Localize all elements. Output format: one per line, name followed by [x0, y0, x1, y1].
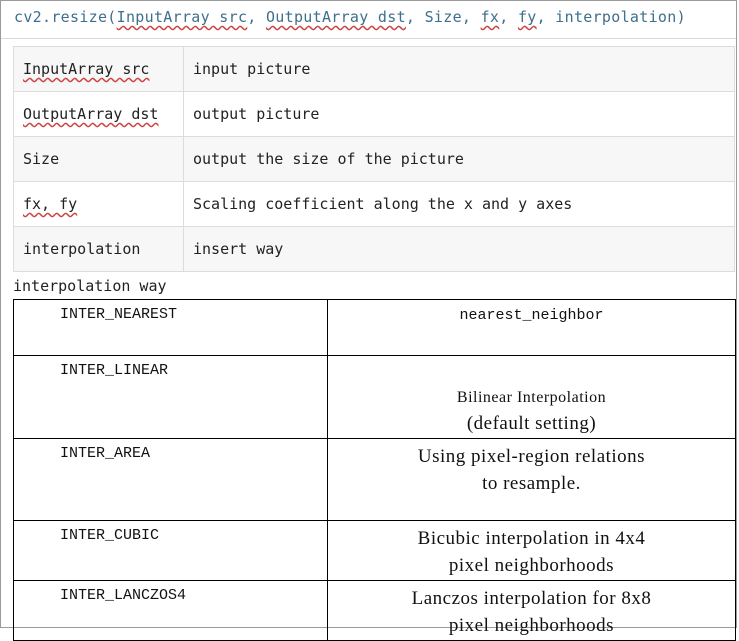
- method-desc-line2: (default setting): [466, 413, 597, 434]
- interpolation-caption: interpolation way: [13, 277, 167, 295]
- function-signature: cv2.resize(InputArray src, OutputArray d…: [14, 8, 686, 26]
- signature-suffix: ): [676, 8, 686, 26]
- table-row: InputArray src input picture: [13, 46, 735, 92]
- signature-bar: cv2.resize(InputArray src, OutputArray d…: [1, 1, 736, 39]
- param-name: fx, fy: [23, 195, 78, 213]
- signature-arg-fx: fx: [480, 8, 500, 26]
- table-row: OutputArray dst output picture: [13, 91, 735, 137]
- signature-arg-dst: OutputArray dst: [265, 8, 406, 26]
- method-desc-line1: nearest_neighbor: [459, 307, 604, 324]
- method-desc-block: Lanczos interpolation for 8x8 pixel neig…: [329, 582, 734, 639]
- param-desc: output the size of the picture: [183, 136, 735, 182]
- method-desc-line2: to resample.: [482, 473, 581, 494]
- param-name: InputArray src: [23, 60, 150, 78]
- method-desc-cell: Bicubic interpolation in 4x4 pixel neigh…: [327, 520, 736, 581]
- signature-arg-size: Size: [424, 8, 462, 26]
- method-desc-line2: pixel neighborhoods: [448, 615, 615, 636]
- param-name-cell: interpolation: [13, 226, 184, 272]
- method-flag: INTER_CUBIC: [13, 520, 328, 581]
- table-row: fx, fy Scaling coefficient along the x a…: [13, 181, 735, 227]
- table-row: INTER_AREA Using pixel-region relations …: [13, 438, 736, 521]
- method-desc-line1: Lanczos interpolation for 8x8: [411, 588, 652, 609]
- method-desc-line1: Bilinear Interpolation: [456, 389, 607, 406]
- method-desc-cell: nearest_neighbor: [327, 299, 736, 356]
- param-name: OutputArray dst: [23, 105, 159, 123]
- method-flag: INTER_LANCZOS4: [13, 580, 328, 641]
- method-flag: INTER_LINEAR: [13, 355, 328, 439]
- table-row: Size output the size of the picture: [13, 136, 735, 182]
- signature-arg-interpolation: interpolation: [555, 8, 677, 26]
- param-name-cell: OutputArray dst: [13, 91, 184, 137]
- table-row: INTER_LINEAR Bilinear Interpolation (def…: [13, 355, 736, 439]
- method-desc-block: Bilinear Interpolation (default setting): [329, 357, 734, 437]
- param-name: Size: [23, 150, 60, 168]
- method-desc-cell: Bilinear Interpolation (default setting): [327, 355, 736, 439]
- method-flag: INTER_AREA: [13, 438, 328, 521]
- method-desc-cell: Lanczos interpolation for 8x8 pixel neig…: [327, 580, 736, 641]
- signature-arg-fy: fy: [517, 8, 537, 26]
- method-desc-block: Bicubic interpolation in 4x4 pixel neigh…: [329, 522, 734, 579]
- param-desc: insert way: [183, 226, 735, 272]
- param-name-cell: InputArray src: [13, 46, 184, 92]
- param-name-cell: Size: [13, 136, 184, 182]
- table-row: interpolation insert way: [13, 226, 735, 272]
- table-row: INTER_LANCZOS4 Lanczos interpolation for…: [13, 580, 736, 641]
- param-desc: output picture: [183, 91, 735, 137]
- param-desc: input picture: [183, 46, 735, 92]
- interpolation-table: INTER_NEAREST nearest_neighbor INTER_LIN…: [13, 299, 736, 641]
- param-name-cell: fx, fy: [13, 181, 184, 227]
- param-desc: Scaling coefficient along the x and y ax…: [183, 181, 735, 227]
- method-desc-line2: pixel neighborhoods: [448, 555, 615, 576]
- method-flag: INTER_NEAREST: [13, 299, 328, 356]
- method-desc-cell: Using pixel-region relations to resample…: [327, 438, 736, 521]
- signature-prefix: cv2.resize(: [14, 8, 117, 26]
- signature-arg-src: InputArray src: [116, 8, 248, 26]
- table-row: INTER_NEAREST nearest_neighbor: [13, 299, 736, 356]
- method-desc-line1: Using pixel-region relations: [417, 446, 646, 467]
- method-desc-block: Using pixel-region relations to resample…: [329, 440, 734, 497]
- param-name: interpolation: [23, 240, 141, 258]
- table-row: INTER_CUBIC Bicubic interpolation in 4x4…: [13, 520, 736, 581]
- parameter-table: InputArray src input picture OutputArray…: [13, 46, 735, 272]
- method-desc-line1: Bicubic interpolation in 4x4: [417, 528, 646, 549]
